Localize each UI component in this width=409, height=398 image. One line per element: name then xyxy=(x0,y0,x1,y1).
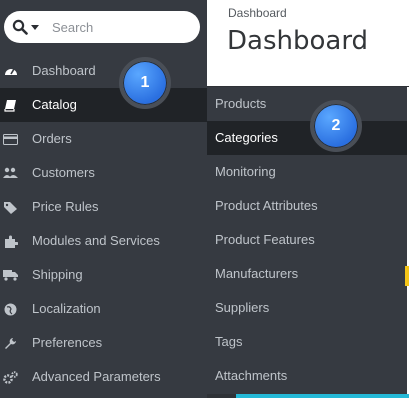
sidebar-item-label: Dashboard xyxy=(32,63,96,78)
sidebar-item-label: Shipping xyxy=(32,267,83,282)
sidebar-item-price-rules[interactable]: Price Rules xyxy=(0,190,207,224)
sidebar-item-advanced-parameters[interactable]: Advanced Parameters xyxy=(0,360,207,394)
sidebar-item-label: Preferences xyxy=(32,335,103,350)
submenu-item-product-attributes[interactable]: Product Attributes xyxy=(207,189,407,223)
page-header: Dashboard Dashboard xyxy=(207,0,409,86)
submenu-item-label: Product Features xyxy=(215,232,315,247)
caret-down-icon xyxy=(31,25,39,30)
submenu-item-label: Products xyxy=(215,96,267,111)
search-input[interactable] xyxy=(52,17,192,37)
puzzle-icon xyxy=(3,234,18,248)
submenu-item-label: Monitoring xyxy=(215,164,276,179)
submenu-item-label: Suppliers xyxy=(215,300,270,315)
tags-icon xyxy=(3,200,18,214)
truck-icon xyxy=(3,268,18,282)
users-icon xyxy=(3,166,18,180)
credit-card-icon xyxy=(3,132,18,146)
dashboard-icon xyxy=(3,64,18,78)
sidebar-item-label: Advanced Parameters xyxy=(32,369,161,384)
submenu-item-monitoring[interactable]: Monitoring xyxy=(207,155,407,189)
sidebar-item-modules[interactable]: Modules and Services xyxy=(0,224,207,258)
submenu-item-attachments[interactable]: Attachments xyxy=(207,359,407,393)
cogs-icon xyxy=(3,370,18,384)
sidebar-item-dashboard[interactable]: Dashboard xyxy=(0,54,207,88)
sidebar-item-preferences[interactable]: Preferences xyxy=(0,326,207,360)
sidebar-nav: Dashboard Catalog Orders Customers Price… xyxy=(0,54,207,394)
breadcrumb[interactable]: Dashboard xyxy=(228,6,287,20)
content-edge-accent xyxy=(236,394,409,398)
catalog-submenu: Products Categories Monitoring Product A… xyxy=(207,87,407,394)
step-badge-2: 2 xyxy=(310,100,362,152)
submenu-item-label: Attachments xyxy=(215,368,288,383)
sidebar-item-orders[interactable]: Orders xyxy=(0,122,207,156)
search-icon xyxy=(12,19,28,35)
submenu-item-label: Manufacturers xyxy=(215,266,299,281)
submenu-item-suppliers[interactable]: Suppliers xyxy=(207,291,407,325)
submenu-item-product-features[interactable]: Product Features xyxy=(207,223,407,257)
submenu-item-categories[interactable]: Categories xyxy=(207,121,407,155)
content-edge-highlight xyxy=(405,266,409,286)
submenu-item-label: Product Attributes xyxy=(215,198,318,213)
book-icon xyxy=(3,98,18,112)
submenu-item-label: Categories xyxy=(215,130,278,145)
sidebar-item-label: Localization xyxy=(32,301,101,316)
sidebar-item-label: Catalog xyxy=(32,97,77,112)
submenu-item-manufacturers[interactable]: Manufacturers xyxy=(207,257,407,291)
submenu-item-products[interactable]: Products xyxy=(207,87,407,121)
globe-icon xyxy=(3,302,18,316)
search-type-dropdown[interactable] xyxy=(12,18,46,36)
step-badge-1: 1 xyxy=(119,57,171,109)
wrench-icon xyxy=(3,336,18,350)
search-box xyxy=(4,11,200,43)
sidebar-item-localization[interactable]: Localization xyxy=(0,292,207,326)
sidebar-item-catalog[interactable]: Catalog xyxy=(0,88,207,122)
sidebar-item-label: Modules and Services xyxy=(32,233,160,248)
sidebar-item-customers[interactable]: Customers xyxy=(0,156,207,190)
sidebar-item-label: Price Rules xyxy=(32,199,99,214)
sidebar: Dashboard Catalog Orders Customers Price… xyxy=(0,0,207,398)
page-title: Dashboard xyxy=(227,26,369,56)
sidebar-item-label: Orders xyxy=(32,131,72,146)
submenu-item-label: Tags xyxy=(215,334,243,349)
sidebar-item-shipping[interactable]: Shipping xyxy=(0,258,207,292)
submenu-item-tags[interactable]: Tags xyxy=(207,325,407,359)
sidebar-item-label: Customers xyxy=(32,165,95,180)
